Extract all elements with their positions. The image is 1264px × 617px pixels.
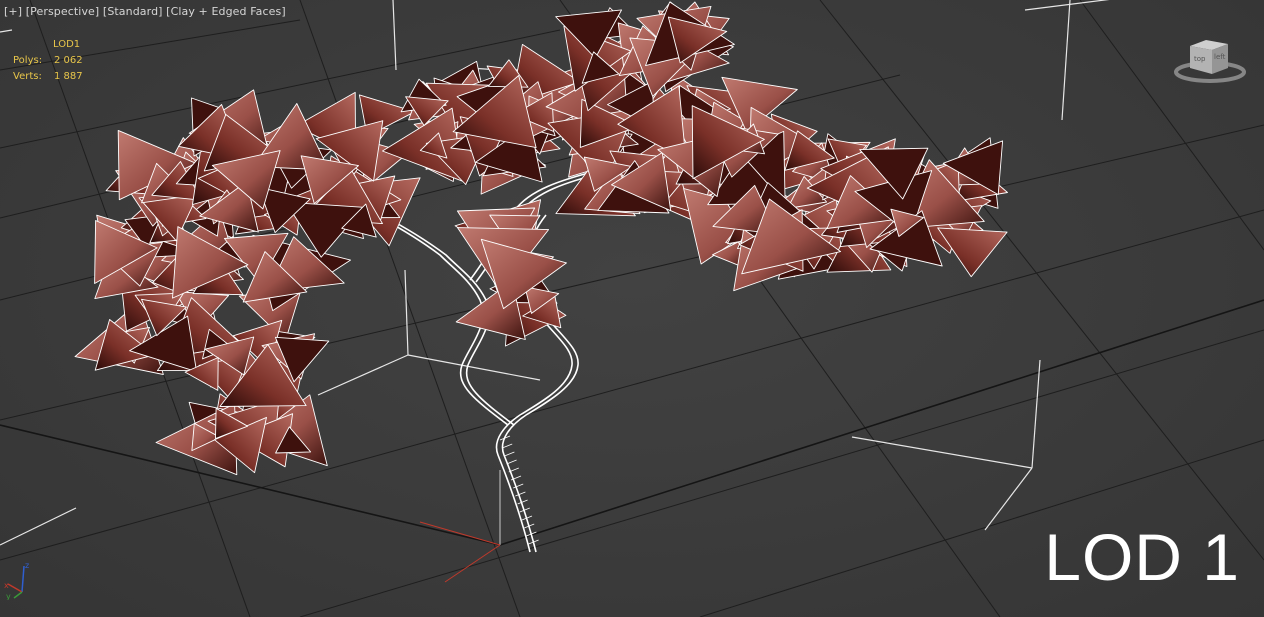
- stats-polys-row: Polys: 2 062: [13, 53, 83, 69]
- axis-tripod-icon: z x y: [4, 561, 29, 600]
- tree-canopy-leaves: [74, 1, 1008, 476]
- pivot-x-axis: [419, 521, 501, 546]
- bbox-bracket: [0, 29, 13, 33]
- x-axis-label: x: [4, 581, 9, 590]
- viewcube-icon[interactable]: top left: [1172, 34, 1252, 90]
- viewport-shading-menu[interactable]: [Standard]: [103, 5, 163, 18]
- z-axis-line: [21, 565, 25, 593]
- x-axis-line: [7, 583, 23, 593]
- polys-label: Polys:: [13, 55, 43, 66]
- bbox-bracket: [851, 436, 1033, 469]
- pivot-y-axis: [444, 544, 501, 583]
- bbox-bracket: [317, 354, 409, 396]
- statistics-overlay: LOD1 Polys: 2 062 Verts: 1 887: [13, 37, 83, 85]
- bbox-bracket: [392, 0, 397, 71]
- trunk-mesh-line: [502, 443, 513, 449]
- bbox-bracket: [1031, 359, 1041, 469]
- stats-title: LOD1: [53, 39, 81, 50]
- verts-label: Verts:: [13, 71, 42, 82]
- y-axis-line: [13, 591, 23, 599]
- stats-verts-row: Verts: 1 887: [13, 69, 83, 85]
- viewport-label-menu: [+] [Perspective] [Standard] [Clay + Edg…: [4, 5, 286, 18]
- verts-value: 1 887: [54, 71, 83, 82]
- bbox-bracket: [404, 269, 409, 356]
- viewcube-face-label-2: left: [1214, 53, 1226, 61]
- bbox-bracket: [0, 507, 77, 546]
- bbox-bracket: [1024, 0, 1110, 11]
- perspective-viewport[interactable]: [+] [Perspective] [Standard] [Clay + Edg…: [0, 0, 1264, 617]
- viewcube-face-label: top: [1194, 55, 1206, 63]
- trunk-mesh-line: [506, 459, 517, 465]
- lod-watermark: LOD 1: [1044, 520, 1240, 594]
- trunk-mesh-line: [504, 451, 515, 457]
- z-axis-label: z: [25, 561, 29, 570]
- viewport-display-menu[interactable]: [Clay + Edged Faces]: [166, 5, 286, 18]
- bbox-bracket: [407, 354, 541, 381]
- grid-line-major: [499, 299, 1264, 546]
- bbox-bracket: [1061, 0, 1071, 121]
- trunk-mesh-line: [515, 491, 526, 497]
- y-axis-label: y: [6, 592, 11, 600]
- viewport-plus-menu[interactable]: [+]: [4, 5, 22, 18]
- polys-value: 2 062: [54, 55, 83, 66]
- viewport-view-menu[interactable]: [Perspective]: [26, 5, 100, 18]
